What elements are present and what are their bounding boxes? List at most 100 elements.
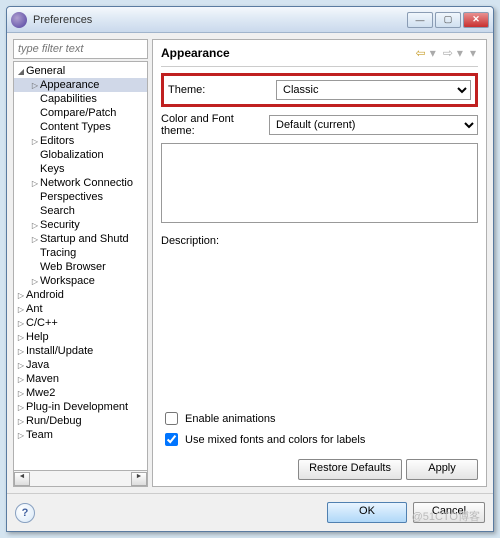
expand-icon[interactable]: ▷ [16, 347, 26, 356]
expand-icon[interactable]: ▷ [16, 417, 26, 426]
tree-label: Capabilities [40, 93, 97, 105]
colorfont-label: Color and Font theme: [161, 113, 269, 137]
description-label: Description: [161, 235, 478, 247]
expand-icon[interactable]: ▷ [30, 277, 40, 286]
tree-label: Compare/Patch [40, 107, 116, 119]
tree-item[interactable]: ▷Maven [14, 372, 147, 386]
expand-icon[interactable]: ▷ [30, 179, 40, 188]
tree-label: Security [40, 219, 80, 231]
page-panel: Appearance ⇦▾ ⇨▾ ▾ Theme: Classic Color … [152, 39, 487, 487]
tree-label: Tracing [40, 247, 76, 259]
tree-item[interactable]: ▷Run/Debug [14, 414, 147, 428]
ok-button[interactable]: OK [327, 502, 407, 523]
tree-label: Search [40, 205, 75, 217]
tree-label: Web Browser [40, 261, 106, 273]
tree-item[interactable]: ▷Startup and Shutd [14, 232, 147, 246]
tree-label: Plug-in Development [26, 401, 128, 413]
expand-icon[interactable]: ▷ [16, 305, 26, 314]
minimize-button[interactable]: — [407, 12, 433, 28]
preferences-window: Preferences — ▢ ✕ ◢General▷AppearanceCap… [6, 6, 494, 532]
preview-area [161, 143, 478, 223]
expand-icon[interactable]: ▷ [30, 221, 40, 230]
tree-label: Java [26, 359, 49, 371]
tree-item[interactable]: Search [14, 204, 147, 218]
tree-horizontal-scrollbar[interactable]: ◄ ► [13, 471, 148, 487]
tree-label: General [26, 65, 65, 77]
tree-item[interactable]: ▷Appearance [14, 78, 147, 92]
cancel-button[interactable]: Cancel [413, 502, 485, 523]
apply-button[interactable]: Apply [406, 459, 478, 480]
tree-label: Help [26, 331, 49, 343]
help-icon[interactable]: ? [15, 503, 35, 523]
tree-item[interactable]: ◢General [14, 64, 147, 78]
expand-icon[interactable]: ▷ [16, 361, 26, 370]
tree-label: Keys [40, 163, 64, 175]
tree-item[interactable]: Tracing [14, 246, 147, 260]
nav-icons: ⇦ ▾ ⇨ ▾ ▾ [414, 46, 478, 60]
expand-icon[interactable]: ▷ [16, 389, 26, 398]
expand-icon[interactable]: ▷ [16, 333, 26, 342]
expand-icon[interactable]: ▷ [16, 291, 26, 300]
expand-icon[interactable]: ▷ [16, 403, 26, 412]
enable-animations-checkbox[interactable] [165, 412, 178, 425]
tree-label: Run/Debug [26, 415, 82, 427]
tree-item[interactable]: Compare/Patch [14, 106, 147, 120]
tree-item[interactable]: ▷Editors [14, 134, 147, 148]
tree-item[interactable]: Globalization [14, 148, 147, 162]
tree-item[interactable]: ▷C/C++ [14, 316, 147, 330]
view-menu-icon[interactable]: ▾ [470, 46, 476, 60]
scroll-right-button[interactable]: ► [131, 472, 147, 486]
tree-item[interactable]: ▷Install/Update [14, 344, 147, 358]
tree-item[interactable]: ▷Security [14, 218, 147, 232]
tree-label: Editors [40, 135, 74, 147]
tree-item[interactable]: Perspectives [14, 190, 147, 204]
restore-defaults-button[interactable]: Restore Defaults [298, 459, 402, 480]
preference-tree[interactable]: ◢General▷AppearanceCapabilitiesCompare/P… [13, 61, 148, 471]
enable-animations-row[interactable]: Enable animations [161, 409, 478, 428]
tree-item[interactable]: Capabilities [14, 92, 147, 106]
maximize-button[interactable]: ▢ [435, 12, 461, 28]
forward-menu-icon[interactable]: ▾ [457, 46, 463, 60]
tree-label: Network Connectio [40, 177, 133, 189]
app-icon [11, 12, 27, 28]
tree-item[interactable]: ▷Workspace [14, 274, 147, 288]
tree-item[interactable]: ▷Plug-in Development [14, 400, 147, 414]
tree-item[interactable]: Keys [14, 162, 147, 176]
expand-icon[interactable]: ▷ [16, 431, 26, 440]
forward-icon[interactable]: ⇨ [443, 46, 453, 60]
expand-icon[interactable]: ◢ [16, 67, 26, 76]
theme-select[interactable]: Classic [276, 80, 471, 100]
scroll-left-button[interactable]: ◄ [14, 472, 30, 486]
tree-item[interactable]: ▷Team [14, 428, 147, 442]
back-menu-icon[interactable]: ▾ [430, 46, 436, 60]
tree-item[interactable]: ▷Help [14, 330, 147, 344]
mixed-fonts-checkbox[interactable] [165, 433, 178, 446]
tree-item[interactable]: ▷Mwe2 [14, 386, 147, 400]
expand-icon[interactable]: ▷ [30, 235, 40, 244]
theme-label: Theme: [168, 84, 276, 96]
tree-item[interactable]: ▷Network Connectio [14, 176, 147, 190]
expand-icon[interactable]: ▷ [16, 375, 26, 384]
tree-label: Globalization [40, 149, 104, 161]
filter-input[interactable] [13, 39, 148, 59]
tree-item[interactable]: Web Browser [14, 260, 147, 274]
mixed-fonts-row[interactable]: Use mixed fonts and colors for labels [161, 430, 478, 449]
expand-icon[interactable]: ▷ [30, 81, 40, 90]
tree-item[interactable]: ▷Android [14, 288, 147, 302]
back-icon[interactable]: ⇦ [416, 46, 426, 60]
theme-highlight: Theme: Classic [161, 73, 478, 107]
tree-label: C/C++ [26, 317, 58, 329]
tree-label: Appearance [40, 79, 99, 91]
tree-item[interactable]: ▷Java [14, 358, 147, 372]
tree-item[interactable]: ▷Ant [14, 302, 147, 316]
tree-label: Android [26, 289, 64, 301]
expand-icon[interactable]: ▷ [16, 319, 26, 328]
titlebar[interactable]: Preferences — ▢ ✕ [7, 7, 493, 33]
colorfont-select[interactable]: Default (current) [269, 115, 478, 135]
tree-label: Team [26, 429, 53, 441]
tree-label: Install/Update [26, 345, 93, 357]
tree-item[interactable]: Content Types [14, 120, 147, 134]
tree-label: Maven [26, 373, 59, 385]
close-button[interactable]: ✕ [463, 12, 489, 28]
expand-icon[interactable]: ▷ [30, 137, 40, 146]
